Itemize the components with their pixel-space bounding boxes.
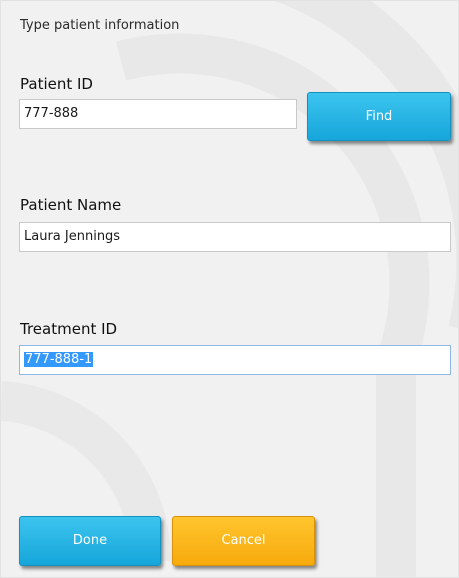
patient-id-value: 777-888 xyxy=(24,106,79,121)
patient-id-field[interactable]: 777-888 xyxy=(19,99,297,129)
patient-info-dialog: Type patient information Patient ID 777-… xyxy=(0,0,459,578)
instruction-text: Type patient information xyxy=(20,18,180,33)
patient-name-value: Laura Jennings xyxy=(24,229,121,244)
patient-id-label: Patient ID xyxy=(20,75,93,93)
find-button[interactable]: Find xyxy=(307,92,451,141)
patient-name-label: Patient Name xyxy=(20,196,122,214)
treatment-id-label: Treatment ID xyxy=(20,320,118,338)
cancel-button[interactable]: Cancel xyxy=(172,516,315,566)
patient-name-field[interactable]: Laura Jennings xyxy=(19,222,451,252)
treatment-id-field[interactable]: 777-888-1 xyxy=(19,345,451,375)
done-button[interactable]: Done xyxy=(19,516,161,566)
treatment-id-value: 777-888-1 xyxy=(24,352,94,367)
